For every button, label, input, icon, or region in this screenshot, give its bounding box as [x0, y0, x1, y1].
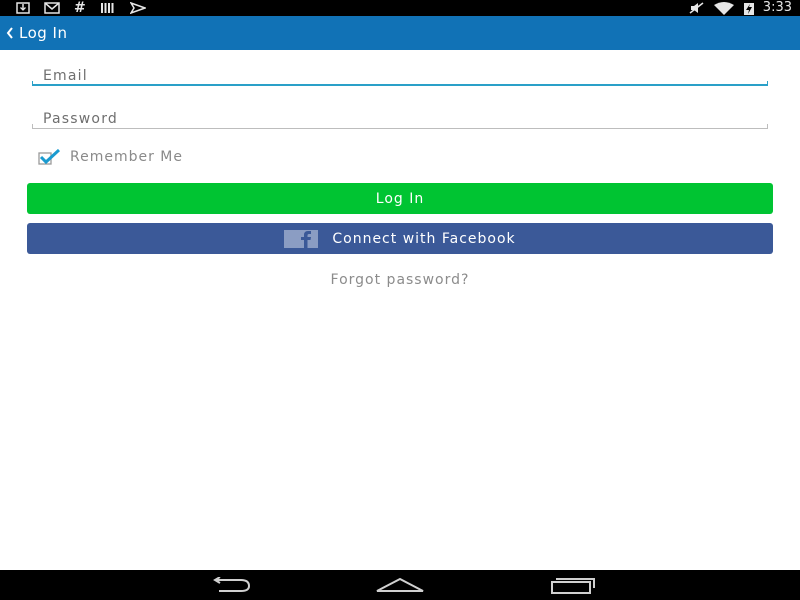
action-bar: Log In: [0, 16, 800, 50]
nav-back-icon[interactable]: [200, 570, 260, 600]
hash-icon: #: [74, 0, 86, 16]
system-icons: 3:33: [689, 0, 792, 16]
email-field[interactable]: [32, 66, 768, 86]
login-button[interactable]: Log In: [27, 183, 773, 214]
nav-home-icon[interactable]: [370, 570, 430, 600]
remember-me-checkbox[interactable]: Remember Me: [38, 148, 183, 166]
page-title: Log In: [19, 24, 68, 42]
password-underline-edge-left: [32, 124, 33, 129]
login-button-label: Log In: [375, 190, 425, 207]
nav-recents-icon[interactable]: [542, 570, 602, 600]
remember-me-label: Remember Me: [70, 149, 183, 165]
mute-icon: [689, 0, 705, 16]
download-icon: [16, 0, 30, 16]
email-underline-edge-right: [767, 81, 768, 86]
battery-charging-icon: [743, 0, 755, 16]
navigation-bar: [0, 570, 800, 600]
notification-icons: #: [16, 0, 146, 16]
wifi-icon: [713, 0, 735, 16]
chevron-left-icon: [6, 27, 14, 39]
facebook-button-label: Connect with Facebook: [332, 230, 516, 247]
clock: 3:33: [762, 0, 792, 15]
facebook-icon: [284, 229, 319, 248]
password-field-container: [32, 108, 768, 129]
password-field[interactable]: [32, 109, 768, 129]
back-button[interactable]: Log In: [0, 16, 68, 50]
password-underline-edge-right: [767, 124, 768, 129]
password-underline: [32, 128, 768, 129]
status-bar: # 3:33: [0, 0, 800, 16]
barcode-icon: [100, 0, 116, 16]
forgot-password-link[interactable]: Forgot password?: [0, 272, 800, 288]
email-underline: [32, 84, 768, 86]
email-field-container: [32, 65, 768, 86]
connect-facebook-button[interactable]: Connect with Facebook: [27, 223, 773, 254]
checkbox-checked-icon[interactable]: [38, 148, 61, 165]
play-store-icon: [129, 0, 146, 16]
gmail-icon: [44, 0, 60, 16]
email-underline-edge-left: [32, 81, 33, 86]
